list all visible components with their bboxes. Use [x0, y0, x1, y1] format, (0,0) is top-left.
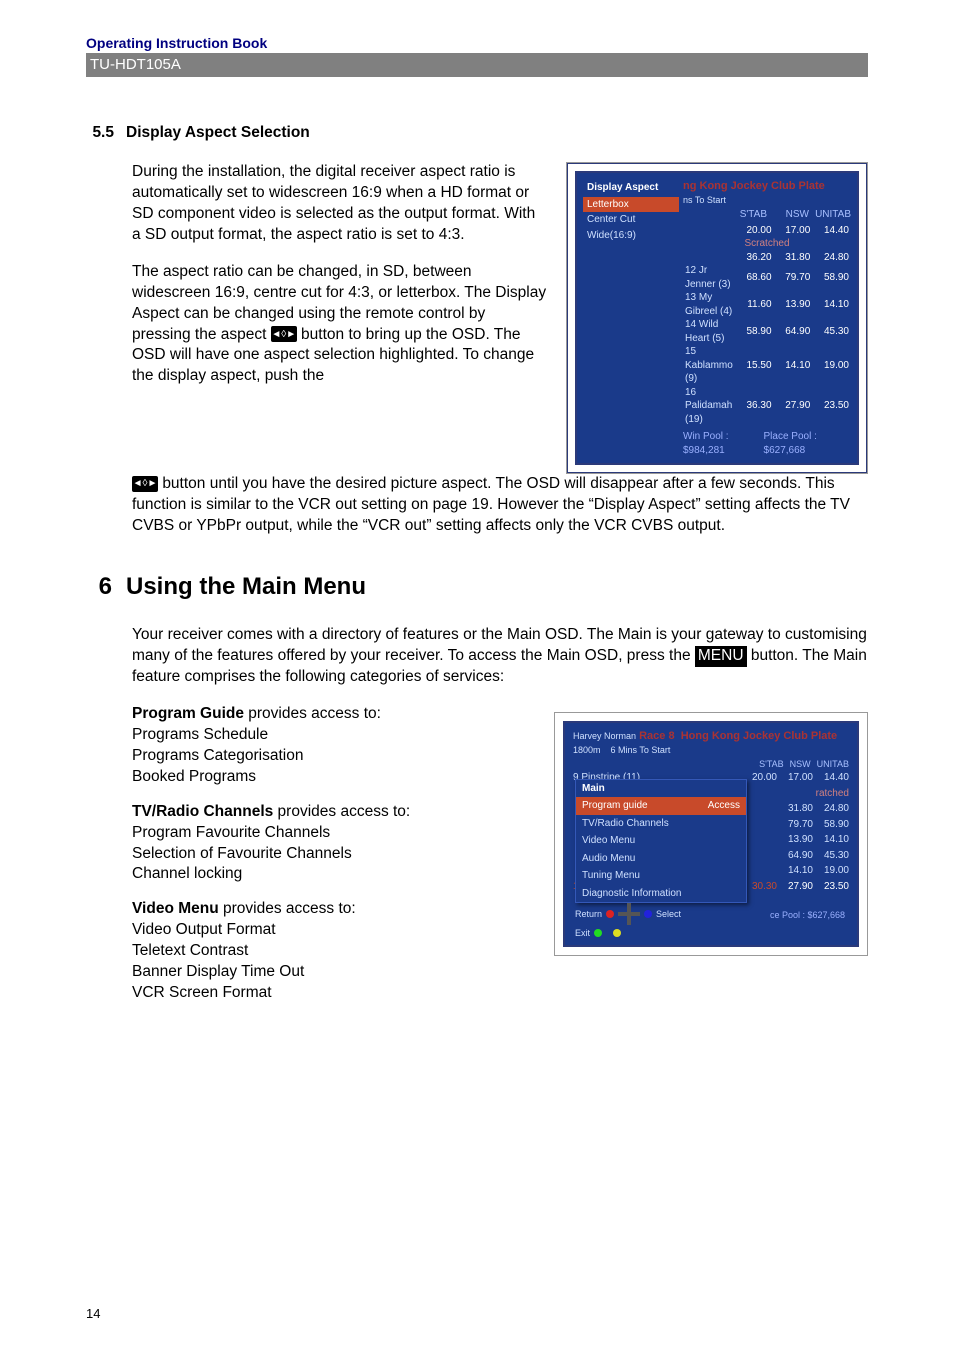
osd2-menu-item-tuning: Tuning Menu — [576, 867, 746, 885]
osd2-tab-stab: S'TAB — [759, 758, 784, 770]
osd2-header: Harvey Norman Race 8 Hong Kong Jockey Cl… — [573, 729, 849, 756]
chapter-title: Using the Main Menu — [126, 571, 366, 603]
osd2-access-label: Access — [708, 799, 740, 813]
osd2-time: 6 Mins To Start — [611, 745, 671, 755]
osd1-sub: ns To Start — [683, 194, 851, 206]
osd2-brand: Harvey Norman — [573, 731, 636, 741]
chapter-number: 6 — [86, 571, 112, 603]
osd2-dist: 1800m — [573, 745, 601, 755]
feature-tv-radio: TV/Radio Channels provides access to: Pr… — [132, 802, 536, 886]
tv-tail: provides access to: — [273, 803, 410, 820]
osd1-placepool: Place Pool : $627,668 — [764, 430, 851, 457]
pg-lead: Program Guide — [132, 705, 244, 722]
para-5-5-2c-text: button until you have the desired pictur… — [132, 475, 850, 534]
osd-main-menu-screenshot: Harvey Norman Race 8 Hong Kong Jockey Cl… — [554, 712, 868, 956]
doc-model-bar: TU-HDT105A — [86, 53, 868, 77]
chapter-6-intro: Your receiver comes with a directory of … — [132, 625, 868, 688]
para-5-5-1: During the installation, the digital rec… — [132, 162, 548, 246]
table-row: 16 Palidamah (19) 36.30 27.90 23.50 — [683, 386, 851, 427]
dpad-icon — [618, 903, 640, 925]
osd2-tab-headers: S'TAB NSW UNITAB — [573, 758, 849, 770]
osd1-tab-unitab: UNITAB — [815, 208, 851, 222]
list-item: Programs Schedule — [132, 725, 536, 746]
section-5-5-body: During the installation, the digital rec… — [132, 162, 868, 537]
led-blue-icon — [644, 910, 652, 918]
page: Operating Instruction Book TU-HDT105A 5.… — [0, 0, 954, 1351]
osd2-menu-item-program-guide: Program guide Access — [576, 797, 746, 815]
osd1-winpool: Win Pool : $984,281 — [683, 430, 764, 457]
osd2-exit-label: Exit — [575, 927, 590, 939]
aspect-icon: ◄◊► — [132, 476, 158, 492]
table-row: 12 Jr Jenner (3) 68.60 79.70 58.90 — [683, 264, 851, 291]
table-row: 15 Kablammo (9) 15.50 14.10 19.00 — [683, 345, 851, 386]
doc-header: Operating Instruction Book TU-HDT105A — [86, 34, 868, 77]
osd1-tab-headers: S'TAB NSW UNITAB — [683, 206, 851, 224]
doc-title-small: Operating Instruction Book — [86, 34, 868, 53]
feature-program-guide: Program Guide provides access to: Progra… — [132, 704, 536, 788]
table-row: 20.00 17.00 14.40 — [683, 224, 851, 238]
osd2-main-menu: Main Program guide Access TV/Radio Chann… — [575, 779, 747, 904]
list-item: VCR Screen Format — [132, 983, 536, 1004]
osd2-select-label: Select — [656, 908, 681, 920]
chapter-6-heading: 6 Using the Main Menu — [86, 571, 868, 603]
osd1-option-wide: Wide(16:9) — [583, 228, 679, 244]
table-row: 13 My Gibreel (4) 11.60 13.90 14.10 — [683, 291, 851, 318]
osd2-menu-title: Main — [576, 780, 746, 798]
tv-lead: TV/Radio Channels — [132, 803, 273, 820]
osd2-pool: ce Pool : $627,668 — [770, 909, 845, 921]
osd1-option-centercut: Center Cut — [583, 212, 679, 228]
osd1-race-title: ng Kong Jockey Club Plate — [683, 179, 851, 194]
vm-lead: Video Menu — [132, 900, 219, 917]
osd2-scratched: ratched — [816, 787, 849, 801]
aspect-icon: ◄◊► — [271, 326, 297, 342]
vm-tail: provides access to: — [219, 900, 356, 917]
osd1-tab-nsw: NSW — [773, 208, 809, 222]
list-item: Channel locking — [132, 864, 536, 885]
list-item: Banner Display Time Out — [132, 962, 536, 983]
table-row: 14 Wild Heart (5) 58.90 64.90 45.30 — [683, 318, 851, 345]
menu-button-label: MENU — [695, 646, 747, 667]
section-number: 5.5 — [86, 123, 114, 144]
para-5-5-2a: The aspect ratio can be changed, in SD, … — [132, 262, 548, 388]
led-yellow-icon — [613, 929, 621, 937]
list-item: Program Favourite Channels — [132, 823, 536, 844]
led-green-icon — [594, 929, 602, 937]
osd2-tab-unitab: UNITAB — [817, 758, 849, 770]
section-title: Display Aspect Selection — [126, 123, 310, 144]
led-red-icon — [606, 910, 614, 918]
osd1-odds-table: 20.00 17.00 14.40 Scratched 36.20 — [683, 224, 851, 427]
table-row: 36.20 31.80 24.80 — [683, 251, 851, 265]
table-row-scratched: Scratched — [683, 237, 851, 251]
feature-video-menu: Video Menu provides access to: Video Out… — [132, 899, 536, 1004]
list-item: Programs Categorisation — [132, 746, 536, 767]
list-item: Booked Programs — [132, 767, 536, 788]
chapter-6-body: Your receiver comes with a directory of … — [132, 625, 868, 1018]
list-item: Selection of Favourite Channels — [132, 844, 536, 865]
para-5-5-2c: ◄◊► button until you have the desired pi… — [132, 474, 868, 537]
section-5-5-heading: 5.5 Display Aspect Selection — [86, 123, 868, 144]
osd2-menu-item-diag: Diagnostic Information — [576, 885, 746, 903]
osd1-title: Display Aspect — [583, 179, 679, 197]
list-item: Video Output Format — [132, 920, 536, 941]
osd1-option-letterbox: Letterbox — [583, 197, 679, 213]
osd2-return-label: Return — [575, 908, 602, 920]
osd2-title: Hong Kong Jockey Club Plate — [681, 730, 837, 742]
osd2-race: Race 8 — [639, 730, 674, 742]
osd2-menu-item-tvradio: TV/Radio Channels — [576, 815, 746, 833]
osd2-controller-legend: Return Select Exit — [575, 903, 681, 939]
osd2-menu-item-audio: Audio Menu — [576, 850, 746, 868]
osd-display-aspect-screenshot: Display Aspect Letterbox Center Cut Wide… — [566, 162, 868, 474]
list-item: Teletext Contrast — [132, 941, 536, 962]
osd2-tab-nsw: NSW — [790, 758, 811, 770]
page-number: 14 — [86, 1305, 100, 1323]
osd1-tab-stab: S'TAB — [731, 208, 767, 222]
osd2-menu-item-video: Video Menu — [576, 832, 746, 850]
pg-tail: provides access to: — [244, 705, 381, 722]
